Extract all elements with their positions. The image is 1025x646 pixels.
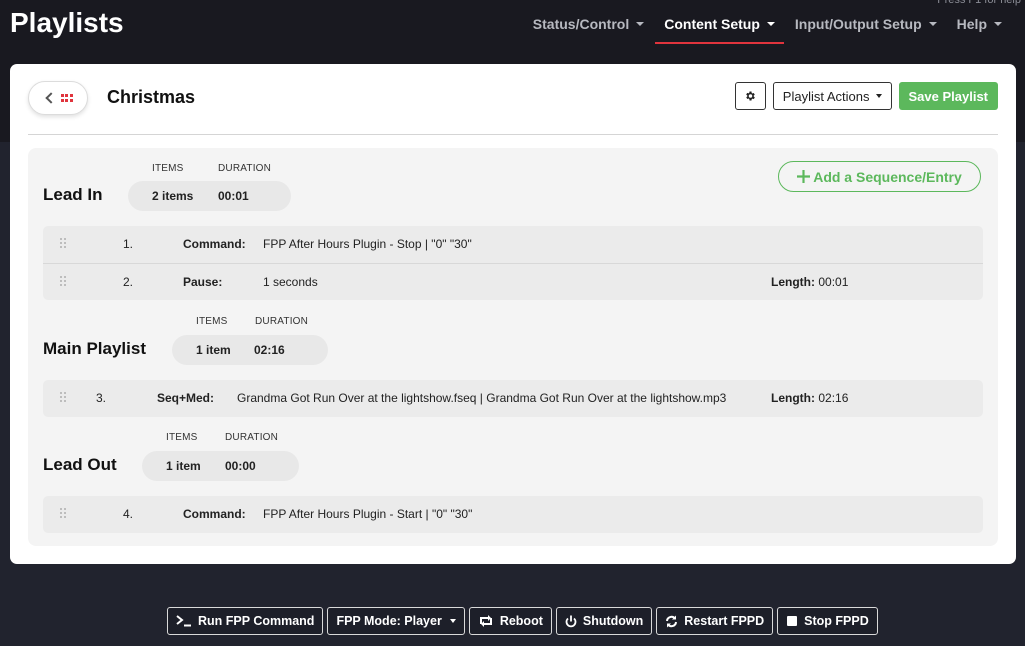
- caret-down-icon: [636, 22, 645, 26]
- button-label: Shutdown: [582, 614, 644, 628]
- duration-value: 00:00: [225, 459, 256, 473]
- entry-index: 2.: [123, 275, 134, 289]
- drag-handle-icon[interactable]: [60, 276, 66, 286]
- items-header: ITEMS: [166, 432, 198, 443]
- nav-input-output-setup[interactable]: Input/Output Setup: [786, 14, 946, 44]
- items-count: 1 item: [196, 343, 231, 357]
- button-label: Restart FPPD: [684, 614, 765, 628]
- button-label: Run FPP Command: [198, 614, 315, 628]
- playlist-header-actions: Playlist Actions Save Playlist: [734, 82, 998, 110]
- entry-description: FPP After Hours Plugin - Start | "0" "30…: [263, 507, 473, 521]
- main-playlist-stats: 1 item 02:16: [172, 335, 328, 365]
- lead-out-stats: 1 item 00:00: [142, 451, 299, 481]
- save-playlist-button[interactable]: Save Playlist: [898, 82, 998, 110]
- playlist-entry[interactable]: 2. Pause: 1 seconds Length: 00:01: [43, 263, 983, 300]
- back-to-playlists-button[interactable]: [28, 81, 88, 115]
- entry-type: Seq+Med:: [157, 391, 215, 405]
- caret-down-icon: [875, 94, 882, 98]
- playlist-entry[interactable]: 4. Command: FPP After Hours Plugin - Sta…: [43, 496, 983, 533]
- restart-fppd-button[interactable]: Restart FPPD: [656, 607, 774, 635]
- stop-icon: [787, 616, 798, 626]
- button-label: FPP Mode: Player: [336, 614, 442, 628]
- power-icon: [565, 615, 577, 627]
- items-header: ITEMS: [152, 163, 184, 174]
- add-entry-label: Add a Sequence/Entry: [813, 168, 962, 185]
- plus-icon: [797, 170, 811, 183]
- lead-out-entries: 4. Command: FPP After Hours Plugin - Sta…: [43, 496, 983, 533]
- caret-down-icon: [766, 22, 775, 26]
- duration-value: 02:16: [254, 343, 285, 357]
- entry-index: 1.: [123, 237, 134, 251]
- header-divider: [28, 134, 998, 135]
- caret-down-icon: [994, 22, 1002, 26]
- section-title-lead-out: Lead Out: [43, 455, 117, 474]
- playlist-actions-label: Playlist Actions: [782, 88, 870, 104]
- footer-controls: Run FPP Command FPP Mode: Player Reboot …: [167, 607, 878, 635]
- entry-index: 4.: [123, 507, 134, 521]
- duration-header: DURATION: [255, 316, 309, 327]
- drag-handle-icon[interactable]: [60, 508, 66, 518]
- entry-length: Length: 00:01: [771, 275, 848, 289]
- nav-status-control[interactable]: Status/Control: [524, 14, 653, 44]
- playlist-settings-button[interactable]: [734, 82, 766, 110]
- entry-length: Length: 02:16: [771, 391, 848, 405]
- items-count: 2 items: [152, 189, 194, 203]
- entry-index: 3.: [96, 391, 107, 405]
- terminal-icon: [176, 615, 191, 627]
- length-value: 00:01: [818, 275, 849, 289]
- entry-description: 1 seconds: [263, 275, 318, 289]
- entry-type: Command:: [183, 507, 246, 521]
- sync-icon: [666, 615, 678, 627]
- entry-description: FPP After Hours Plugin - Stop | "0" "30": [263, 237, 472, 251]
- nav-help[interactable]: Help: [948, 14, 1011, 44]
- duration-header: DURATION: [225, 432, 279, 443]
- main-nav: Status/Control Content Setup Input/Outpu…: [522, 14, 1011, 44]
- chevron-left-icon: [44, 92, 57, 104]
- button-label: Stop FPPD: [804, 614, 869, 628]
- caret-down-icon: [449, 619, 456, 623]
- button-label: Reboot: [499, 614, 543, 628]
- nav-label: Input/Output Setup: [794, 16, 922, 32]
- retweet-icon: [479, 615, 492, 627]
- nav-content-setup[interactable]: Content Setup: [655, 14, 784, 44]
- lead-in-stats: 2 items 00:01: [128, 181, 291, 211]
- help-hint: Press F1 for help: [937, 0, 1021, 6]
- run-fpp-command-button[interactable]: Run FPP Command: [167, 607, 324, 635]
- gear-icon: [746, 91, 756, 101]
- nav-label: Help: [956, 16, 987, 32]
- grid-icon: [60, 94, 73, 102]
- entry-description: Grandma Got Run Over at the lightshow.fs…: [237, 391, 727, 405]
- entry-type: Command:: [183, 237, 246, 251]
- playlist-entry[interactable]: 3. Seq+Med: Grandma Got Run Over at the …: [43, 380, 983, 417]
- section-title-lead-in: Lead In: [43, 185, 103, 204]
- items-count: 1 item: [166, 459, 201, 473]
- add-sequence-entry-button[interactable]: Add a Sequence/Entry: [778, 161, 981, 192]
- playlist-editor-card: Christmas Playlist Actions Save Playlist…: [10, 64, 1016, 564]
- reboot-button[interactable]: Reboot: [468, 607, 552, 635]
- playlist-actions-dropdown[interactable]: Playlist Actions: [772, 82, 892, 110]
- length-label: Length:: [771, 275, 815, 289]
- playlist-entry[interactable]: 1. Command: FPP After Hours Plugin - Sto…: [43, 226, 983, 263]
- main-playlist-entries: 3. Seq+Med: Grandma Got Run Over at the …: [43, 380, 983, 417]
- length-label: Length:: [771, 391, 815, 405]
- caret-down-icon: [928, 22, 937, 26]
- duration-value: 00:01: [218, 189, 249, 203]
- drag-handle-icon[interactable]: [60, 238, 66, 248]
- nav-label: Status/Control: [532, 16, 630, 32]
- length-value: 02:16: [818, 391, 849, 405]
- stop-fppd-button[interactable]: Stop FPPD: [777, 607, 878, 635]
- duration-header: DURATION: [218, 163, 272, 174]
- nav-label: Content Setup: [664, 16, 760, 32]
- playlist-sections-panel: Add a Sequence/Entry ITEMS DURATION Lead…: [28, 148, 998, 546]
- section-title-main-playlist: Main Playlist: [43, 339, 146, 358]
- entry-type: Pause:: [183, 275, 223, 289]
- page-title: Playlists: [10, 7, 124, 38]
- items-header: ITEMS: [196, 316, 228, 327]
- lead-in-entries: 1. Command: FPP After Hours Plugin - Sto…: [43, 226, 983, 300]
- shutdown-button[interactable]: Shutdown: [555, 607, 653, 635]
- playlist-name: Christmas: [107, 87, 196, 107]
- fpp-mode-dropdown[interactable]: FPP Mode: Player: [327, 607, 465, 635]
- drag-handle-icon[interactable]: [60, 392, 66, 402]
